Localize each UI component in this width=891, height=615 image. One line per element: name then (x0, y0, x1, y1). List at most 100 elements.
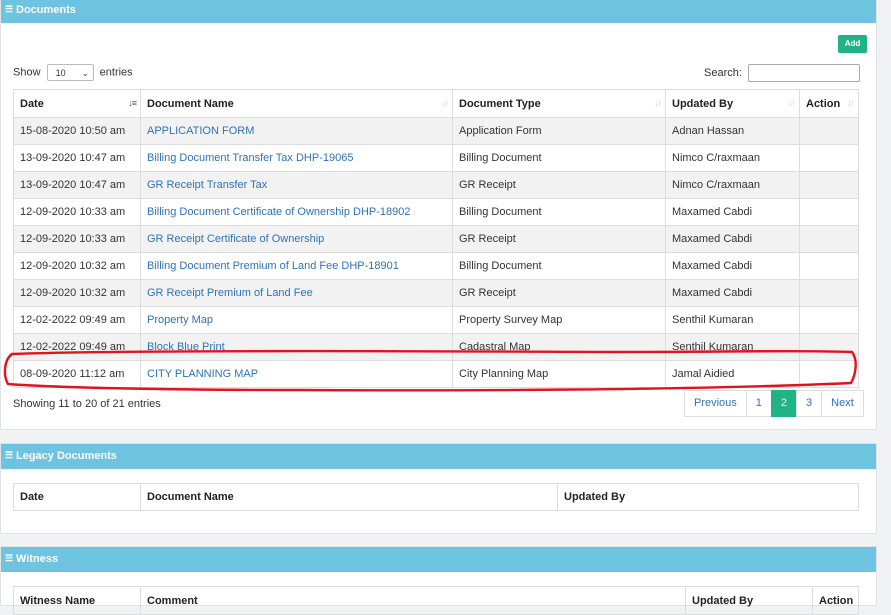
table-row: 12-09-2020 10:32 am GR Receipt Premium of… (13, 279, 859, 307)
document-link[interactable]: Block Blue Print (147, 341, 225, 353)
sort-icon: ↓↑ (654, 98, 662, 108)
cell-updated-by: Maxamed Cabdi (665, 225, 800, 253)
cell-updated-by: Senthil Kumaran (665, 333, 800, 361)
table-row: 13-09-2020 10:47 am Billing Document Tran… (13, 144, 859, 172)
document-link[interactable]: Billing Document Certificate of Ownershi… (147, 206, 411, 218)
witness-panel: ☰ Witness Witness Name Comment Updated By… (0, 546, 877, 615)
cell-updated-by: Nimco C/raxmaan (665, 144, 800, 172)
cell-action (799, 306, 859, 334)
column-header-updated-by[interactable]: Updated By ↓↑ (665, 89, 800, 118)
cell-action (799, 225, 859, 253)
cell-updated-by: Senthil Kumaran (665, 306, 800, 334)
page-size-value: 10 (55, 68, 66, 78)
sort-icon: ↓↑ (441, 98, 449, 108)
document-link[interactable]: Property Map (147, 314, 213, 326)
table-row: 12-09-2020 10:33 am GR Receipt Certificat… (13, 225, 859, 253)
cell-action (799, 252, 859, 280)
cell-type: Billing Document (452, 144, 666, 172)
cell-action (799, 144, 859, 172)
cell-action (799, 360, 859, 388)
list-icon: ☰ (5, 4, 14, 14)
cell-type: GR Receipt (452, 171, 666, 199)
column-header-document-name[interactable]: Document Name ↓↑ (140, 89, 453, 118)
documents-panel: ☰ Documents Add Show 10 ⌄ entries Search: … (0, 0, 877, 430)
document-link[interactable]: GR Receipt Transfer Tax (147, 179, 267, 191)
document-link[interactable]: Billing Document Transfer Tax DHP-19065 (147, 152, 353, 164)
column-header-date[interactable]: Date ↓≡ (13, 89, 141, 118)
table-row: 12-09-2020 10:32 am Billing Document Prem… (13, 252, 859, 280)
cell-action (799, 198, 859, 226)
list-icon: ☰ (5, 450, 14, 460)
list-icon: ☰ (5, 553, 14, 563)
entries-label: entries (99, 66, 133, 79)
table-row: 12-02-2022 09:49 am Property Map Property … (13, 306, 859, 334)
cell-action (799, 333, 859, 361)
column-header-comment[interactable]: Comment (140, 586, 686, 615)
cell-type: GR Receipt (452, 279, 666, 307)
legacy-documents-table: Date Document Name Updated By (13, 483, 859, 511)
cell-date: 13-09-2020 10:47 am (13, 144, 141, 172)
table-row: 08-09-2020 11:12 am CITY PLANNING MAP City… (13, 360, 859, 388)
witness-table: Witness Name Comment Updated By Action (13, 586, 859, 615)
column-header-updated-by[interactable]: Updated By (557, 483, 859, 511)
document-link[interactable]: GR Receipt Certificate of Ownership (147, 233, 324, 245)
pagination-page-1[interactable]: 1 (745, 390, 772, 417)
cell-date: 12-02-2022 09:49 am (13, 333, 141, 361)
column-header-updated-by[interactable]: Updated By (685, 586, 813, 615)
cell-date: 12-02-2022 09:49 am (13, 306, 141, 334)
table-header-row: Witness Name Comment Updated By Action (13, 586, 859, 615)
cell-updated-by: Nimco C/raxmaan (665, 171, 800, 199)
page-size-control: Show 10 ⌄ entries (13, 64, 133, 81)
column-header-action[interactable]: Action (812, 586, 859, 615)
cell-date: 13-09-2020 10:47 am (13, 171, 141, 199)
column-header-document-type[interactable]: Document Type ↓↑ (452, 89, 666, 118)
column-header-witness-name[interactable]: Witness Name (13, 586, 141, 615)
cell-date: 12-09-2020 10:32 am (13, 279, 141, 307)
cell-updated-by: Maxamed Cabdi (665, 198, 800, 226)
document-link[interactable]: GR Receipt Premium of Land Fee (147, 287, 313, 299)
add-document-button[interactable]: Add (838, 35, 867, 53)
page-size-select[interactable]: 10 ⌄ (46, 64, 94, 81)
cell-type: Cadastral Map (452, 333, 666, 361)
cell-date: 12-09-2020 10:33 am (13, 225, 141, 253)
cell-action (799, 117, 859, 145)
cell-date: 12-09-2020 10:33 am (13, 198, 141, 226)
table-row: 15-08-2020 10:50 am APPLICATION FORM Appli… (13, 117, 859, 145)
pagination-page-2[interactable]: 2 (770, 390, 798, 417)
document-link[interactable]: APPLICATION FORM (147, 125, 254, 137)
legacy-documents-panel: ☰ Legacy Documents Date Document Name Upd… (0, 443, 877, 534)
cell-type: Billing Document (452, 198, 666, 226)
pagination-next[interactable]: Next (821, 390, 864, 417)
documents-panel-header: ☰ Documents (1, 0, 876, 23)
column-header-date[interactable]: Date (13, 483, 141, 511)
cell-updated-by: Adnan Hassan (665, 117, 800, 145)
document-link[interactable]: CITY PLANNING MAP (147, 368, 258, 380)
witness-title: Witness (16, 553, 59, 565)
cell-date: 08-09-2020 11:12 am (13, 360, 141, 388)
sort-icon: ↓↑ (847, 98, 855, 108)
cell-type: City Planning Map (452, 360, 666, 388)
table-row: 12-02-2022 09:49 am Block Blue Print Cadas… (13, 333, 859, 361)
cell-updated-by: Maxamed Cabdi (665, 252, 800, 280)
pagination-page-3[interactable]: 3 (796, 390, 823, 417)
table-row: 12-09-2020 10:33 am Billing Document Cert… (13, 198, 859, 226)
cell-type: Billing Document (452, 252, 666, 280)
table-row: 13-09-2020 10:47 am GR Receipt Transfer T… (13, 171, 859, 199)
witness-panel-header: ☰ Witness (1, 547, 876, 572)
cell-updated-by: Maxamed Cabdi (665, 279, 800, 307)
legacy-title: Legacy Documents (16, 450, 117, 462)
column-header-action[interactable]: Action ↓↑ (799, 89, 859, 118)
chevron-down-icon: ⌄ (81, 69, 89, 78)
cell-type: Property Survey Map (452, 306, 666, 334)
pagination-previous[interactable]: Previous (684, 390, 747, 417)
column-header-document-name[interactable]: Document Name (140, 483, 558, 511)
table-header-row: Date ↓≡ Document Name ↓↑ Document Type ↓↑ U… (13, 89, 859, 118)
documents-title: Documents (16, 4, 76, 16)
search-control: Search: (704, 64, 860, 82)
cell-date: 15-08-2020 10:50 am (13, 117, 141, 145)
cell-date: 12-09-2020 10:32 am (13, 252, 141, 280)
sort-desc-icon: ↓≡ (128, 98, 137, 108)
search-input[interactable] (747, 64, 860, 82)
cell-action (799, 171, 859, 199)
document-link[interactable]: Billing Document Premium of Land Fee DHP… (147, 260, 399, 272)
